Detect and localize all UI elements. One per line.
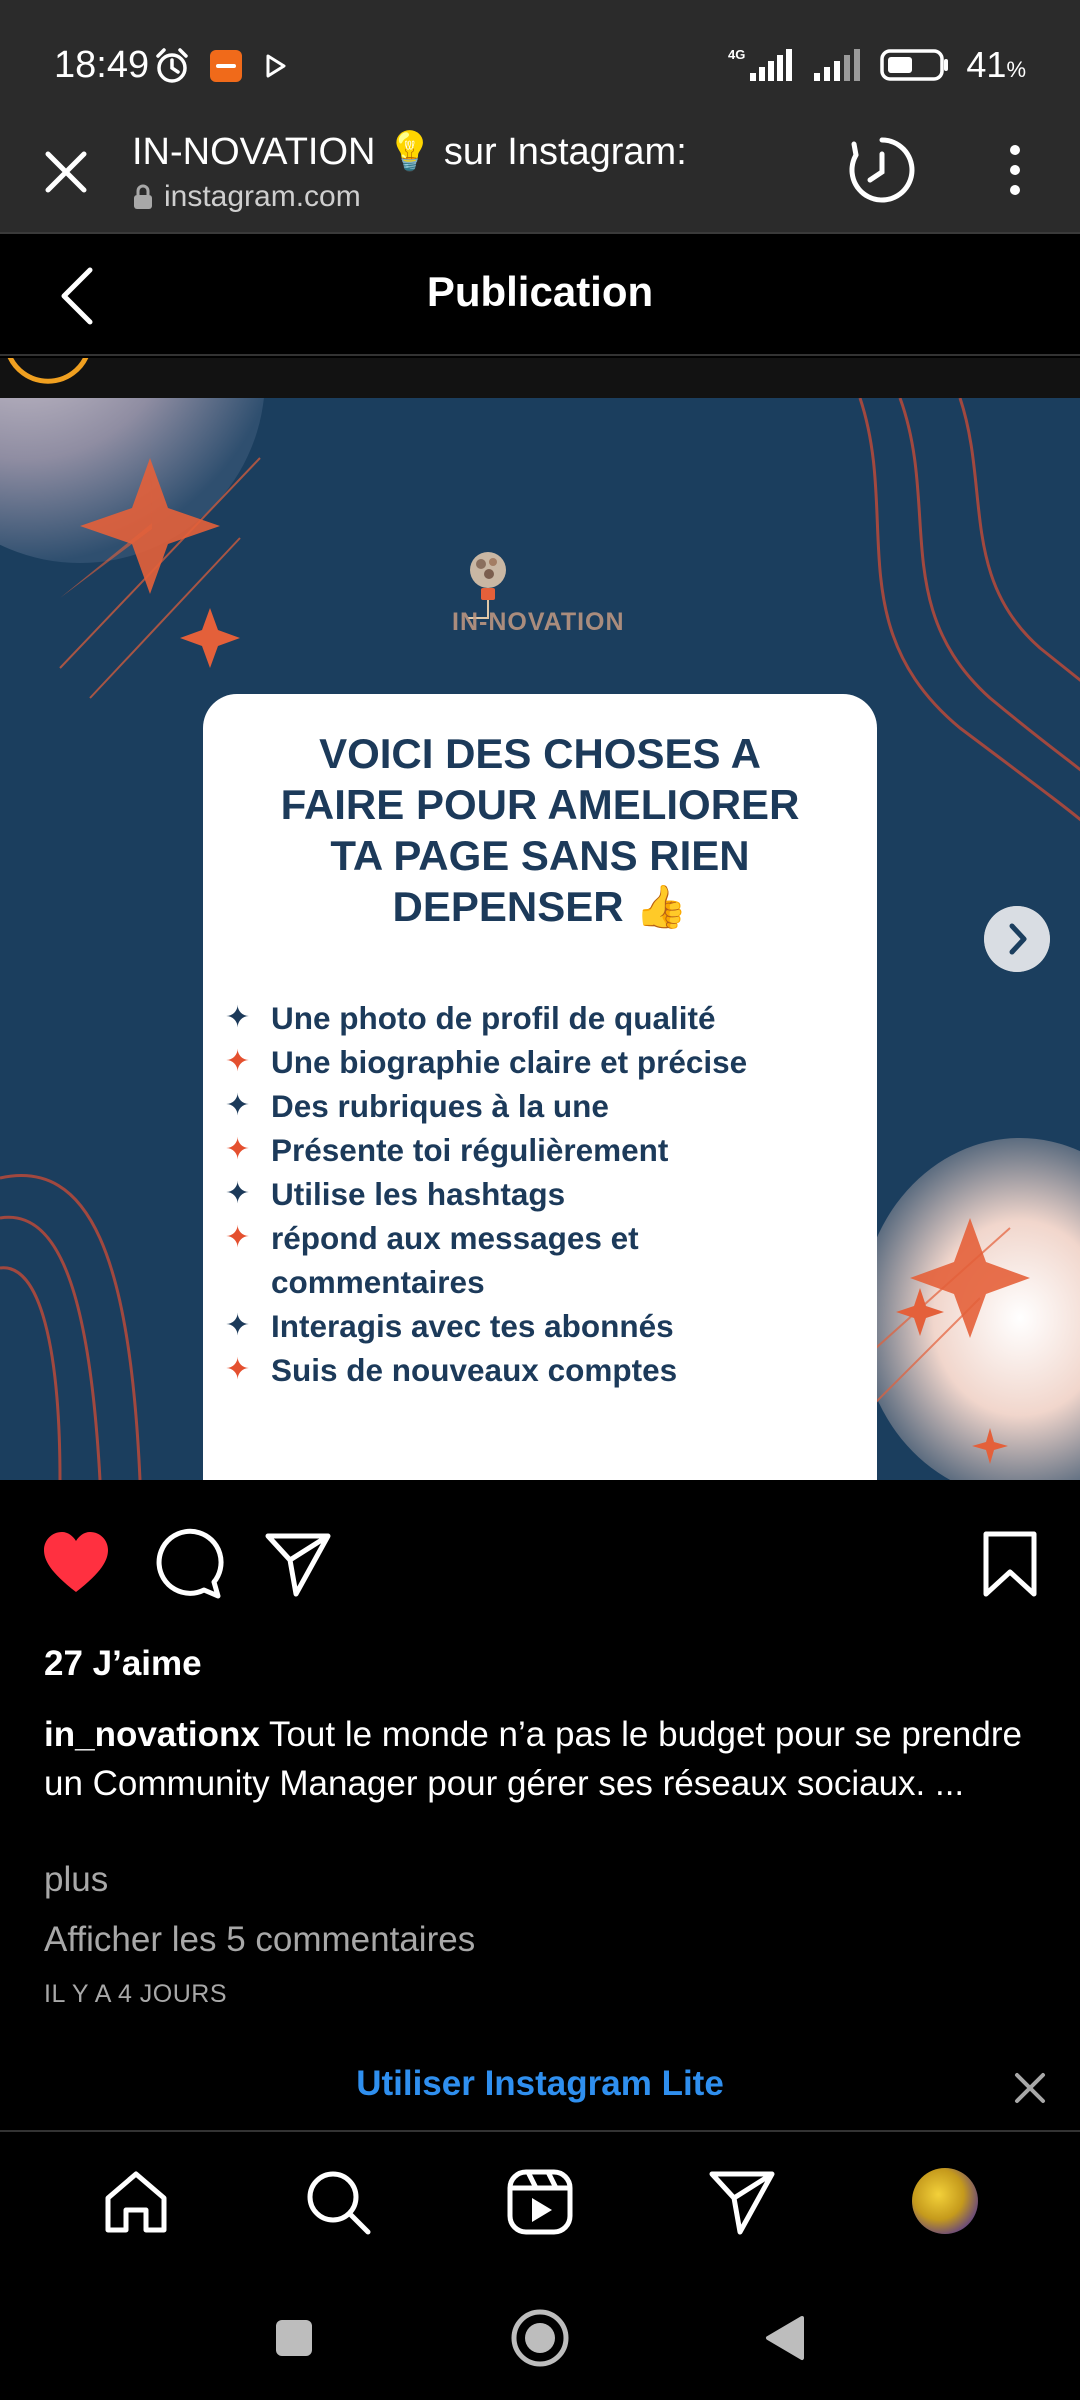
status-bar: 18:49 4G 41%	[0, 0, 1080, 130]
signal-4g-icon: 4G	[728, 47, 793, 81]
browser-title: IN-NOVATION 💡 sur Instagram:	[132, 131, 687, 173]
system-navigation-bar	[0, 2270, 1080, 2400]
search-icon[interactable]	[302, 2166, 374, 2238]
use-instagram-lite-link[interactable]: Utiliser Instagram Lite	[0, 2064, 1080, 2104]
list-item: ✦ Utilise les hashtags	[225, 1172, 811, 1216]
share-send-icon[interactable]	[262, 1528, 334, 1600]
list-item: ✦ Une photo de profil de qualité	[225, 996, 811, 1040]
direct-send-icon[interactable]	[706, 2166, 778, 2238]
post-card: VOICI DES CHOSES A FAIRE POUR AMELIORER …	[203, 694, 877, 1480]
post-header: Publication	[0, 236, 1080, 356]
list-item: ✦ Une biographie claire et précise	[225, 1040, 811, 1084]
star-icon: ✦	[225, 1221, 251, 1254]
author-row-partial	[0, 358, 1080, 398]
brand-logo-bulb	[468, 552, 506, 619]
star-icon: ✦	[225, 1177, 251, 1210]
more-vert-icon[interactable]	[1000, 140, 1030, 200]
profile-avatar[interactable]	[912, 2168, 978, 2234]
play-store-icon	[266, 54, 286, 78]
home-icon[interactable]	[100, 2166, 172, 2238]
brand-name: IN-NOVATION	[452, 608, 625, 636]
star-icon: ✦	[225, 1001, 251, 1034]
battery-percent: 41%	[966, 44, 1026, 85]
reels-icon[interactable]	[504, 2166, 576, 2238]
star-icon: ✦	[225, 1353, 251, 1386]
lock-icon	[134, 184, 152, 209]
heart-filled-icon[interactable]	[40, 1528, 112, 1600]
card-title: VOICI DES CHOSES A FAIRE POUR AMELIORER …	[203, 728, 877, 932]
author-avatar-ring[interactable]	[0, 358, 120, 398]
star-icon: ✦	[225, 1309, 251, 1342]
like-count[interactable]: 27 J’aime	[44, 1644, 202, 1684]
card-title-line: DEPENSER 👍	[392, 883, 688, 930]
carousel-next-button[interactable]	[984, 906, 1050, 972]
battery-icon	[880, 49, 949, 81]
tips-list: ✦ Une photo de profil de qualité ✦ Une bio…	[225, 996, 811, 1392]
alarm-icon	[156, 48, 188, 83]
home-button-icon[interactable]	[510, 2308, 570, 2368]
browser-url-text: instagram.com	[164, 180, 361, 213]
list-item: ✦ répond aux messages et commentaires	[225, 1216, 811, 1304]
history-icon[interactable]	[846, 134, 918, 206]
card-title-line: TA PAGE SANS RIEN	[330, 832, 750, 879]
status-notification-icons	[152, 46, 292, 86]
recent-apps-icon[interactable]	[272, 2316, 316, 2360]
comment-icon[interactable]	[152, 1528, 224, 1600]
page-title: Publication	[426, 268, 654, 315]
view-comments-link[interactable]: Afficher les 5 commentaires	[44, 1920, 475, 1960]
caption-username[interactable]: in_novationx	[44, 1715, 260, 1754]
post-actions	[0, 1480, 1080, 1640]
svg-text:4G: 4G	[728, 47, 745, 62]
list-item: ✦ Interagis avec tes abonnés	[225, 1304, 811, 1348]
star-icon: ✦	[225, 1133, 251, 1166]
bookmark-icon[interactable]	[974, 1528, 1046, 1600]
card-title-line: VOICI DES CHOSES A	[319, 730, 761, 777]
signal-icon	[814, 49, 861, 81]
browser-toolbar: IN-NOVATION 💡 sur Instagram: instagram.c…	[0, 130, 1080, 234]
card-title-line: FAIRE POUR AMELIORER	[280, 781, 800, 828]
list-item: ✦ Présente toi régulièrement	[225, 1128, 811, 1172]
browser-url[interactable]: instagram.com	[132, 180, 361, 214]
status-time: 18:49	[54, 44, 150, 86]
star-icon: ✦	[225, 1045, 251, 1078]
app-notification-icon	[210, 50, 242, 82]
list-item: ✦ Des rubriques à la une	[225, 1084, 811, 1128]
close-icon[interactable]	[1012, 2070, 1048, 2106]
instagram-lite-banner: Utiliser Instagram Lite	[0, 2040, 1080, 2132]
post-caption: in_novationx Tout le monde n’a pas le bu…	[44, 1710, 1034, 1808]
more-link[interactable]: plus	[44, 1860, 108, 1900]
star-icon: ✦	[225, 1089, 251, 1122]
list-item: ✦ Suis de nouveaux comptes	[225, 1348, 811, 1392]
post-image[interactable]: IN-NOVATION VOICI DES CHOSES A FAIRE POU…	[0, 398, 1080, 1480]
post-timestamp: IL Y A 4 JOURS	[44, 1980, 228, 2008]
status-indicators: 4G 41%	[726, 44, 1026, 86]
bottom-nav	[0, 2134, 1080, 2270]
close-icon[interactable]	[38, 144, 94, 200]
back-triangle-icon[interactable]	[762, 2314, 806, 2362]
